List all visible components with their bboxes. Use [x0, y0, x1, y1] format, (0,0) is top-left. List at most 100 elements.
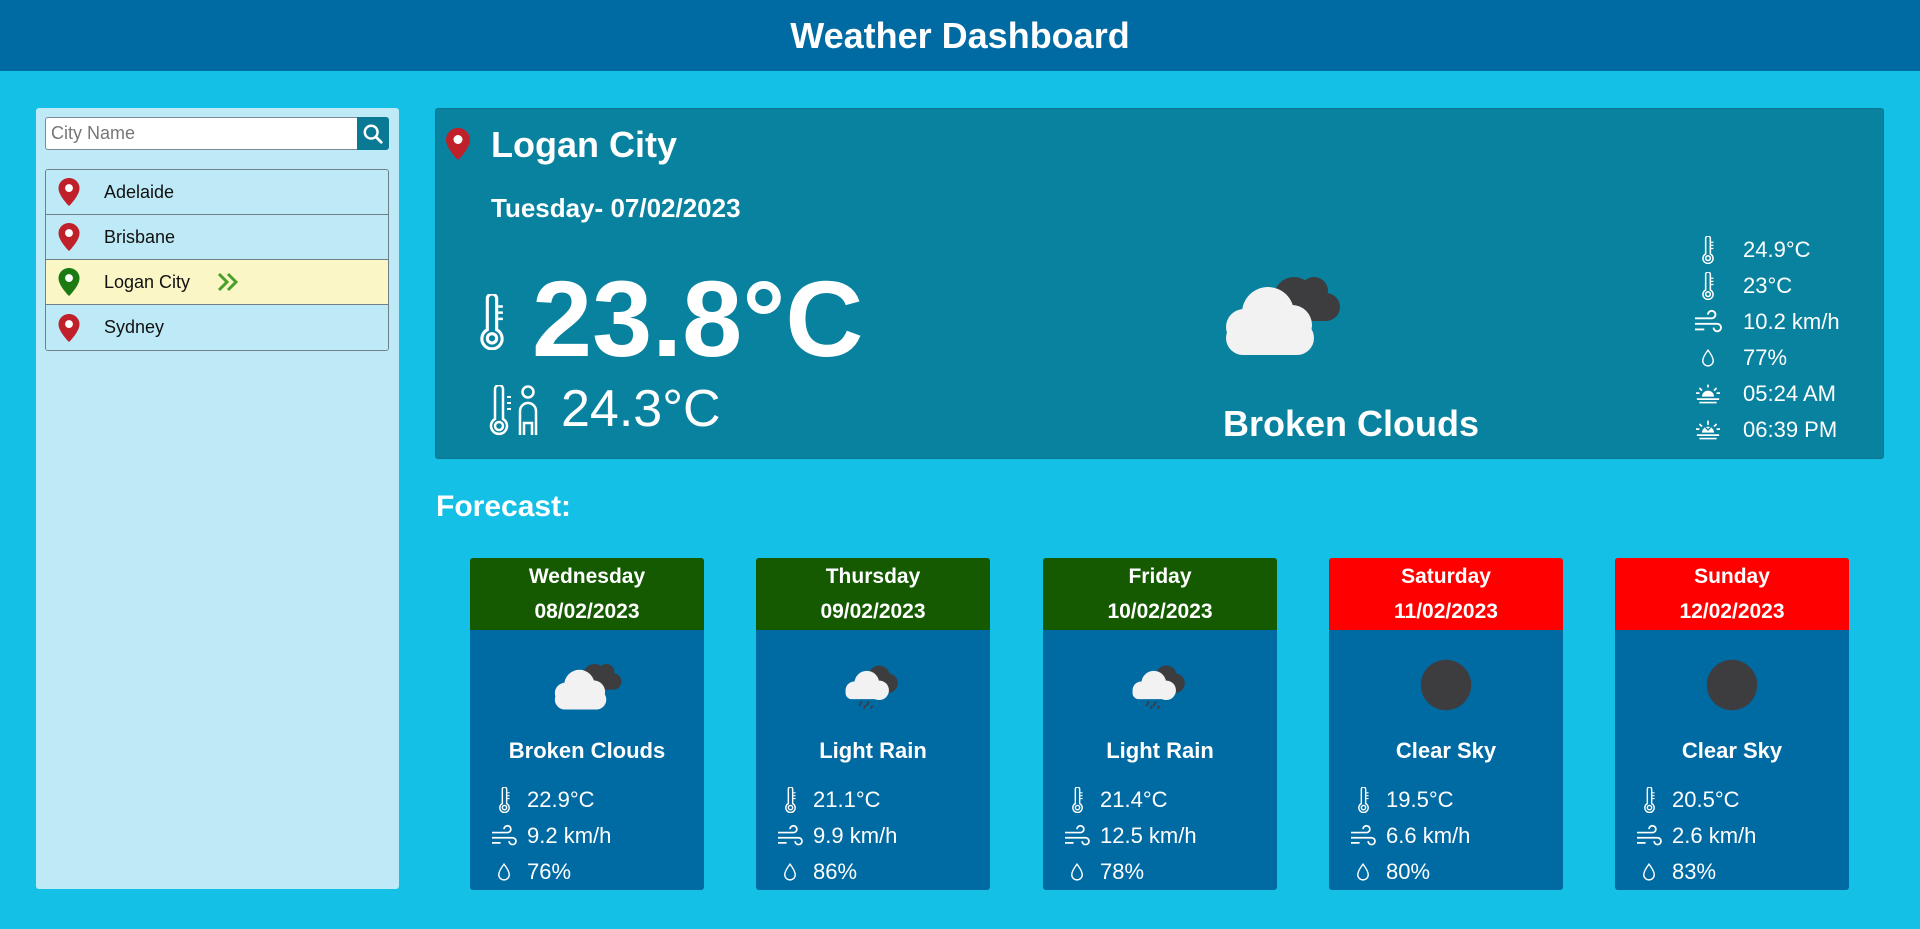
wind-icon [1349, 824, 1377, 848]
forecast-wind: 12.5 km/h [1100, 823, 1197, 848]
search-icon [362, 123, 384, 145]
forecast-description: Broken Clouds [508, 738, 666, 763]
forecast-card: Thursday 09/02/2023 Light Rain 21.1°C 9.… [756, 558, 990, 890]
thermometer-icon [476, 294, 508, 350]
forecast-date: 09/02/2023 [820, 600, 926, 623]
forecast-date: 10/02/2023 [1107, 600, 1213, 623]
clear-sky-night-icon [1704, 657, 1760, 713]
sunset-icon [1694, 418, 1722, 442]
forecast-wind: 2.6 km/h [1672, 823, 1757, 848]
wind-icon [1635, 824, 1663, 848]
detail-sunset: 06:39 PM [1691, 412, 1840, 448]
city-item-sydney[interactable]: Sydney [46, 305, 388, 350]
forecast-temp: 19.5°C [1386, 787, 1454, 812]
forecast-card-header: Thursday 09/02/2023 [756, 558, 990, 630]
double-chevron-right-icon [218, 272, 239, 292]
thermometer-icon [1356, 787, 1371, 813]
humidity-drop-icon [1642, 862, 1656, 882]
forecast-humidity: 80% [1386, 859, 1431, 884]
location-pin-icon [446, 128, 470, 160]
forecast-card: Sunday 12/02/2023 Clear Sky 20.5°C 2.6 k… [1615, 558, 1849, 890]
location-pin-icon [58, 268, 80, 296]
humidity-drop-icon [497, 862, 511, 882]
forecast-day: Thursday [825, 565, 921, 588]
search-bar [45, 117, 389, 150]
forecast-card: Saturday 11/02/2023 Clear Sky 19.5°C 6.6… [1329, 558, 1563, 890]
search-input[interactable] [45, 117, 358, 150]
forecast-date: 08/02/2023 [534, 600, 640, 623]
current-weather-panel: Logan City Tuesday- 07/02/2023 23.8°C 24… [435, 108, 1884, 459]
forecast-card-header: Friday 10/02/2023 [1043, 558, 1277, 630]
detail-value: 10.2 km/h [1743, 309, 1840, 334]
forecast-description: Clear Sky [1681, 738, 1783, 763]
forecast-description: Clear Sky [1395, 738, 1497, 763]
wind-icon [1693, 309, 1723, 335]
forecast-day: Wednesday [528, 565, 646, 588]
detail-value: 24.9°C [1743, 237, 1811, 262]
wind-icon [1063, 824, 1091, 848]
page-title: Weather Dashboard [790, 14, 1130, 56]
forecast-day: Saturday [1401, 565, 1491, 588]
city-list: Adelaide Brisbane Logan City Sydney [45, 169, 389, 351]
city-item-label: Brisbane [104, 226, 176, 247]
forecast-temp: 20.5°C [1672, 787, 1740, 812]
detail-min-temp: 23°C [1691, 268, 1840, 304]
forecast-temp: 22.9°C [527, 787, 595, 812]
humidity-drop-icon [1070, 862, 1084, 882]
detail-value: 06:39 PM [1743, 417, 1838, 442]
forecast-card-header: Sunday 12/02/2023 [1615, 558, 1849, 630]
forecast-temp: 21.4°C [1100, 787, 1168, 812]
sidebar: Adelaide Brisbane Logan City Sydney [36, 108, 399, 889]
forecast-wind: 9.2 km/h [527, 823, 612, 848]
forecast-title: Forecast: [436, 490, 572, 523]
forecast-card: Friday 10/02/2023 Light Rain 21.4°C 12.5… [1043, 558, 1277, 890]
current-date: Tuesday- 07/02/2023 [491, 193, 741, 223]
current-temperature: 23.8°C [532, 258, 864, 379]
location-pin-icon [58, 314, 80, 342]
detail-max-temp: 24.9°C [1691, 232, 1840, 268]
humidity-drop-icon [1701, 348, 1715, 368]
forecast-date: 12/02/2023 [1679, 600, 1785, 623]
city-item-label: Logan City [104, 271, 191, 292]
forecast-card-header: Wednesday 08/02/2023 [470, 558, 704, 630]
forecast-humidity: 83% [1672, 859, 1717, 884]
forecast-card: Wednesday 08/02/2023 Broken Clouds 22.9°… [470, 558, 704, 890]
city-item-adelaide[interactable]: Adelaide [46, 170, 388, 215]
detail-value: 77% [1743, 345, 1788, 370]
forecast-day: Sunday [1694, 565, 1770, 588]
detail-sunrise: 05:24 AM [1691, 376, 1840, 412]
forecast-wind: 6.6 km/h [1386, 823, 1471, 848]
current-details: 24.9°C 23°C 10.2 km/h 77% 05:24 AM 06:39… [1691, 232, 1840, 448]
forecast-day: Friday [1128, 565, 1192, 588]
location-pin-icon [58, 178, 80, 206]
detail-humidity: 77% [1691, 340, 1840, 376]
detail-value: 23°C [1743, 273, 1793, 298]
search-button[interactable] [357, 117, 389, 150]
thermometer-icon [497, 787, 512, 813]
detail-value: 05:24 AM [1743, 381, 1836, 406]
forecast-temp: 21.1°C [813, 787, 881, 812]
current-city-name: Logan City [491, 124, 677, 165]
city-item-brisbane[interactable]: Brisbane [46, 215, 388, 260]
wind-icon [776, 824, 804, 848]
forecast-humidity: 86% [813, 859, 858, 884]
light-rain-icon [1129, 660, 1191, 710]
thermometer-icon [1700, 272, 1716, 300]
thermometer-icon [1700, 236, 1716, 264]
city-item-logan-city[interactable]: Logan City [46, 260, 388, 305]
thermometer-icon [783, 787, 798, 813]
sunrise-icon [1694, 382, 1722, 406]
forecast-humidity: 76% [527, 859, 572, 884]
forecast-wind: 9.9 km/h [813, 823, 898, 848]
wind-icon [490, 824, 518, 848]
thermometer-icon [1642, 787, 1657, 813]
humidity-drop-icon [1356, 862, 1370, 882]
broken-clouds-icon [1216, 269, 1346, 357]
city-item-label: Adelaide [104, 181, 175, 202]
city-item-label: Sydney [104, 317, 165, 337]
broken-clouds-icon [549, 659, 625, 711]
location-pin-icon [58, 223, 80, 251]
humidity-drop-icon [783, 862, 797, 882]
app-header: Weather Dashboard [0, 0, 1920, 71]
clear-sky-night-icon [1418, 657, 1474, 713]
